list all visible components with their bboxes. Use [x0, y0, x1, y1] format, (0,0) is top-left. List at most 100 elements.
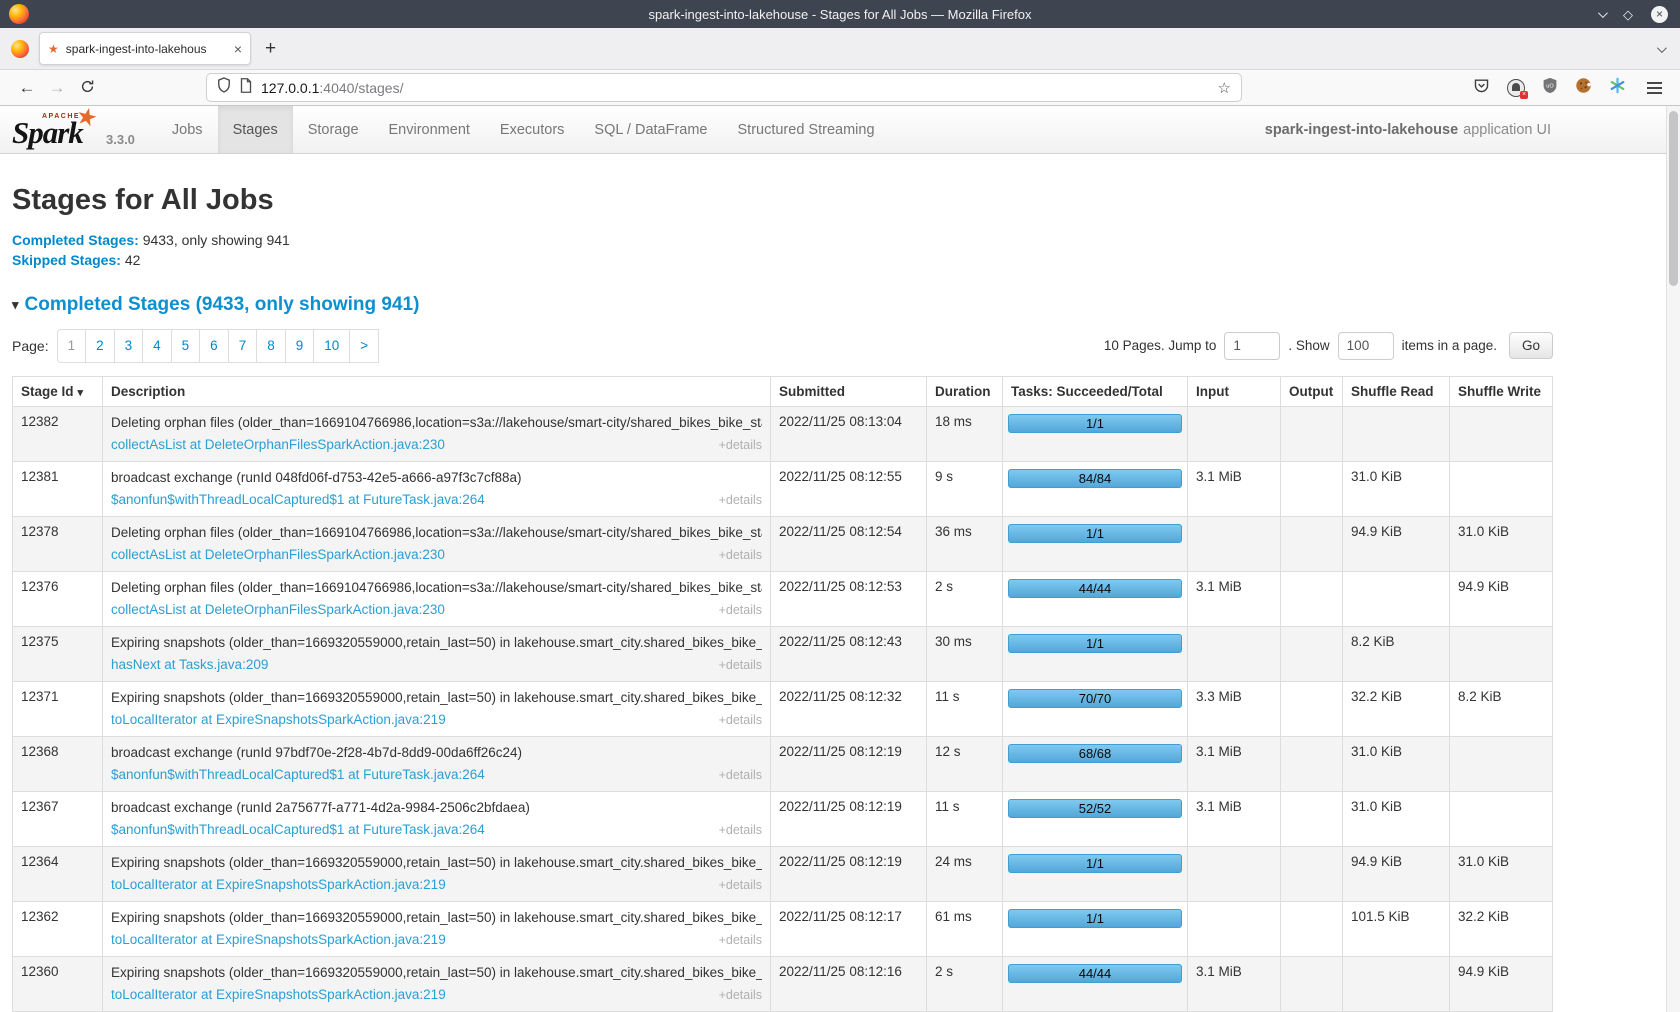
output-cell	[1281, 846, 1343, 901]
firefox-view-icon[interactable]	[11, 40, 29, 58]
skipped-stages-link[interactable]: Skipped Stages:	[12, 252, 121, 268]
column-header[interactable]: Description	[103, 376, 771, 406]
url-bar[interactable]: 127.0.0.1:4040/stages/ ☆	[206, 73, 1242, 102]
completed-stages-section-header[interactable]: ▾ Completed Stages (9433, only showing 9…	[12, 294, 1553, 316]
details-toggle[interactable]: +details	[719, 822, 762, 839]
column-header[interactable]: Shuffle Write	[1450, 376, 1553, 406]
submitted-cell: 2022/11/25 08:12:19	[771, 846, 927, 901]
details-toggle[interactable]: +details	[719, 767, 762, 784]
stage-detail-link[interactable]: collectAsList at DeleteOrphanFilesSparkA…	[111, 601, 445, 618]
output-cell	[1281, 901, 1343, 956]
duration-cell: 11 s	[927, 791, 1003, 846]
page-button[interactable]: >	[349, 329, 379, 363]
nav-tab[interactable]: Jobs	[157, 106, 218, 153]
page-scrollbar[interactable]	[1666, 106, 1680, 1012]
pocket-icon[interactable]	[1473, 77, 1490, 99]
shuffle-write-cell	[1450, 406, 1553, 461]
forward-button[interactable]: →	[42, 79, 72, 96]
page-info-icon[interactable]	[240, 78, 252, 98]
page-button[interactable]: 4	[142, 329, 172, 363]
page-button[interactable]: 3	[114, 329, 144, 363]
stage-detail-link[interactable]: $anonfun$withThreadLocalCaptured$1 at Fu…	[111, 491, 485, 508]
new-tab-button[interactable]: +	[265, 39, 276, 58]
tracking-shield-icon[interactable]	[217, 77, 231, 98]
asterisk-extension-icon[interactable]	[1609, 77, 1626, 99]
column-header[interactable]: Stage Id▾	[13, 376, 103, 406]
details-toggle[interactable]: +details	[719, 987, 762, 1004]
show-items-input[interactable]	[1338, 332, 1394, 360]
details-toggle[interactable]: +details	[719, 877, 762, 894]
column-header[interactable]: Input	[1188, 376, 1281, 406]
output-cell	[1281, 516, 1343, 571]
column-header[interactable]: Submitted	[771, 376, 927, 406]
scrollbar-thumb[interactable]	[1669, 111, 1678, 286]
menu-icon[interactable]	[1647, 82, 1662, 94]
stage-detail-link[interactable]: toLocalIterator at ExpireSnapshotsSparkA…	[111, 711, 446, 728]
stage-detail-link[interactable]: toLocalIterator at ExpireSnapshotsSparkA…	[111, 931, 446, 948]
stage-detail-link[interactable]: toLocalIterator at ExpireSnapshotsSparkA…	[111, 876, 446, 893]
details-toggle[interactable]: +details	[719, 437, 762, 454]
tab-close-icon[interactable]: ×	[234, 41, 242, 57]
column-header[interactable]: Tasks: Succeeded/Total	[1003, 376, 1188, 406]
nav-tab[interactable]: Executors	[485, 106, 579, 153]
page-button[interactable]: 5	[171, 329, 201, 363]
details-toggle[interactable]: +details	[719, 932, 762, 949]
spark-version: 3.3.0	[106, 132, 135, 149]
stage-detail-link[interactable]: hasNext at Tasks.java:209	[111, 656, 268, 673]
input-cell	[1188, 406, 1281, 461]
description-cell: Expiring snapshots (older_than=166932055…	[103, 901, 771, 956]
ublock-origin-icon[interactable]: uO	[1542, 77, 1558, 99]
stage-description: Expiring snapshots (older_than=166932055…	[111, 689, 762, 707]
details-toggle[interactable]: +details	[719, 547, 762, 564]
bookmark-star-icon[interactable]: ☆	[1218, 79, 1231, 97]
spark-logo[interactable]: APACHE Spark ★ 3.3.0	[12, 106, 135, 153]
page-button[interactable]: 1	[57, 329, 87, 363]
page-button[interactable]: 8	[256, 329, 286, 363]
shuffle-write-cell: 94.9 KiB	[1450, 956, 1553, 1011]
stage-row: 12360 Expiring snapshots (older_than=166…	[13, 956, 1553, 1011]
back-button[interactable]: ←	[12, 79, 42, 96]
stage-detail-link[interactable]: collectAsList at DeleteOrphanFilesSparkA…	[111, 546, 445, 563]
column-header[interactable]: Duration	[927, 376, 1003, 406]
stage-detail-link[interactable]: toLocalIterator at ExpireSnapshotsSparkA…	[111, 986, 446, 1003]
list-tabs-icon[interactable]	[1657, 40, 1664, 58]
stage-id-cell: 12378	[13, 516, 103, 571]
details-toggle[interactable]: +details	[719, 712, 762, 729]
page-button[interactable]: 9	[285, 329, 315, 363]
page-button[interactable]: 10	[313, 329, 350, 363]
nav-tab[interactable]: Structured Streaming	[723, 106, 890, 153]
completed-stages-link[interactable]: Completed Stages:	[12, 232, 139, 248]
shuffle-read-cell	[1343, 956, 1450, 1011]
window-maximize-button[interactable]: ◇	[1623, 8, 1633, 21]
page-button[interactable]: 6	[199, 329, 229, 363]
stage-description: broadcast exchange (runId 2a75677f-a771-…	[111, 799, 762, 817]
browser-tab[interactable]: ★ spark-ingest-into-lakehous ×	[39, 32, 251, 65]
page-button[interactable]: 7	[228, 329, 258, 363]
stage-description: broadcast exchange (runId 97bdf70e-2f28-…	[111, 744, 762, 762]
stage-detail-link[interactable]: $anonfun$withThreadLocalCaptured$1 at Fu…	[111, 821, 485, 838]
jump-to-input[interactable]	[1224, 332, 1280, 360]
column-header[interactable]: Output	[1281, 376, 1343, 406]
shuffle-write-cell: 8.2 KiB	[1450, 681, 1553, 736]
cookie-extension-icon[interactable]	[1575, 77, 1592, 99]
nav-tab[interactable]: Storage	[293, 106, 374, 153]
details-toggle[interactable]: +details	[719, 657, 762, 674]
details-toggle[interactable]: +details	[719, 492, 762, 509]
page-button[interactable]: 2	[85, 329, 115, 363]
duration-cell: 24 ms	[927, 846, 1003, 901]
window-minimize-button[interactable]	[1598, 5, 1605, 23]
go-button[interactable]: Go	[1509, 332, 1553, 359]
stage-detail-link[interactable]: $anonfun$withThreadLocalCaptured$1 at Fu…	[111, 766, 485, 783]
nav-tab[interactable]: Stages	[218, 106, 293, 153]
column-header[interactable]: Shuffle Read	[1343, 376, 1450, 406]
description-cell: Expiring snapshots (older_than=166932055…	[103, 956, 771, 1011]
spark-navbar: APACHE Spark ★ 3.3.0 JobsStagesStorageEn…	[0, 106, 1680, 154]
window-close-button[interactable]: ×	[1651, 6, 1668, 23]
stage-id-cell: 12362	[13, 901, 103, 956]
privacy-extension-icon[interactable]: ×	[1507, 79, 1525, 97]
reload-button[interactable]	[72, 79, 102, 97]
nav-tab[interactable]: Environment	[374, 106, 485, 153]
nav-tab[interactable]: SQL / DataFrame	[579, 106, 722, 153]
details-toggle[interactable]: +details	[719, 602, 762, 619]
stage-detail-link[interactable]: collectAsList at DeleteOrphanFilesSparkA…	[111, 436, 445, 453]
